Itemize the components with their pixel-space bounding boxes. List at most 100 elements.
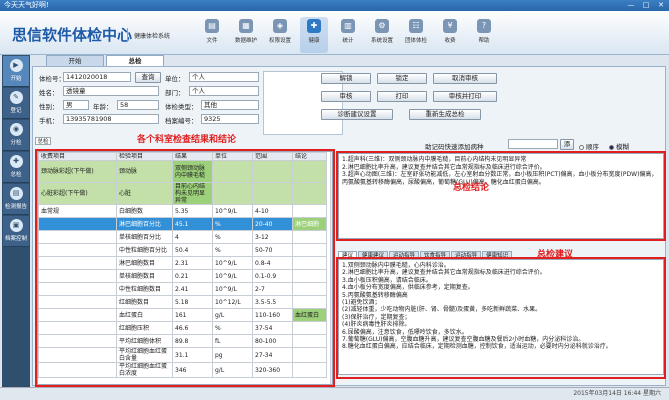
database-icon: ▦ — [239, 19, 253, 33]
sidebar-item-label: 分检 — [10, 140, 22, 146]
toolbar-health-button[interactable]: ✚ 健康 — [300, 17, 328, 53]
order-radio-label: 顺序 — [586, 143, 599, 151]
register-icon: ✎ — [9, 91, 23, 104]
unlock-button[interactable]: 解锁 — [321, 73, 371, 84]
age-input[interactable]: 58 — [117, 100, 159, 110]
lock-button[interactable]: 锁定 — [377, 73, 427, 84]
assist-code-input[interactable] — [508, 139, 558, 149]
sidebar-item-label: 检测报告 — [4, 204, 27, 210]
brand-divider — [127, 28, 128, 42]
toolbar-label: 统计 — [342, 38, 354, 44]
conclusion-caption: 总检结论 — [453, 183, 490, 193]
section-tab-general[interactable]: 总检 — [35, 137, 51, 145]
sidebar-item-sub-exam[interactable]: ◉ 分检 — [3, 120, 29, 151]
side-nav: ▶ 开始 ✎ 登记 ◉ 分检 ✚ 总检 ▤ 检测报告 ▣ 档案控制 — [2, 55, 30, 387]
brand-logo: 思信软件体检中心 — [12, 26, 133, 44]
toolbar-label: 团体体检 — [404, 38, 427, 44]
assist-code-label: 助记码快速添加病种 — [425, 143, 484, 151]
sidebar-item-general-exam[interactable]: ✚ 总检 — [3, 152, 29, 183]
age-label: 年龄： — [93, 103, 113, 111]
print-button[interactable]: 打印 — [377, 91, 427, 102]
sidebar-item-label: 总检 — [10, 172, 22, 178]
gender-input[interactable]: 男 — [63, 100, 89, 110]
dept-label: 部门： — [165, 89, 185, 97]
review-button[interactable]: 审核 — [321, 91, 371, 102]
toolbar-label: 收费 — [444, 38, 456, 44]
toolbar-payment-button[interactable]: ¥ 收费 — [436, 17, 464, 53]
sidebar-item-label: 登记 — [10, 108, 22, 114]
exam-id-input[interactable]: 1412020018 — [63, 72, 131, 82]
order-radio-dot — [579, 144, 584, 150]
add-disease-button[interactable]: 添 — [560, 139, 574, 150]
sidebar-item-label: 档案控制 — [4, 236, 27, 242]
exam-id-label: 体检号： — [39, 75, 65, 83]
sidebar-item-start[interactable]: ▶ 开始 — [3, 56, 29, 87]
cancel-review-button[interactable]: 取消审核 — [433, 73, 497, 84]
unit-label: 单位： — [165, 75, 185, 83]
app-header: 思信软件体检中心 健康体检系统 ▤ 文件 ▦ 数据维护 ◈ 权限设置 ✚ 健康 ▥ 统计 ⚙ 系统设置… — [0, 11, 669, 55]
archive-icon: ▣ — [9, 219, 23, 232]
query-button[interactable]: 查询 — [135, 72, 161, 83]
results-highlight-box — [35, 149, 335, 387]
order-radio[interactable]: 顺序 — [579, 141, 599, 151]
phone-input[interactable]: 13935781908 — [63, 114, 159, 124]
file-no-label: 档案编号： — [165, 117, 198, 125]
tab-general-exam[interactable]: 总检 — [106, 55, 164, 66]
toolbar-database-button[interactable]: ▦ 数据维护 — [232, 17, 260, 53]
toolbar-lock-button[interactable]: ◈ 权限设置 — [266, 17, 294, 53]
gender-label: 性别： — [39, 103, 59, 111]
sidebar-item-label: 开始 — [10, 76, 22, 82]
conclusion-highlight-box — [336, 151, 666, 241]
status-bar: 2015年03月14日 16:44 星期六 — [0, 387, 669, 400]
fuzzy-radio-label: 模糊 — [616, 143, 629, 151]
lock-icon: ◈ — [273, 19, 287, 33]
start-icon: ▶ — [9, 59, 23, 72]
report-icon: ▤ — [9, 187, 23, 200]
help-icon: ? — [477, 19, 491, 33]
window-title: 今天天气好啊! — [4, 1, 49, 9]
title-bar: 今天天气好啊! — □ ✕ — [0, 0, 669, 11]
tab-bar: 开始 总检 — [46, 55, 166, 66]
payment-icon: ¥ — [443, 19, 457, 33]
general-exam-panel: 体检号： 1412020018 查询 单位： 个人 姓名： 透镜童 部门： 个人… — [32, 66, 666, 387]
file-icon: ▤ — [205, 19, 219, 33]
toolbar-file-button[interactable]: ▤ 文件 — [198, 17, 226, 53]
main-toolbar: ▤ 文件 ▦ 数据维护 ◈ 权限设置 ✚ 健康 ▥ 统计 ⚙ 系统设置 ☷ 团体体检 ¥ 收费? 帮助 — [198, 17, 504, 53]
toolbar-label: 文件 — [206, 38, 218, 44]
settings-icon: ⚙ — [375, 19, 389, 33]
review-print-button[interactable]: 审核并打印 — [433, 91, 497, 102]
toolbar-label: 权限设置 — [268, 38, 291, 44]
diagnosis-setting-button[interactable]: 诊断建议设置 — [321, 109, 393, 120]
fuzzy-radio[interactable]: 模糊 — [609, 141, 629, 151]
exam-type-input[interactable]: 其他 — [201, 100, 259, 110]
toolbar-statistics-button[interactable]: ▥ 统计 — [334, 17, 362, 53]
toolbar-group-button[interactable]: ☷ 团体体检 — [402, 17, 430, 53]
tab-start[interactable]: 开始 — [46, 55, 104, 66]
maximize-button[interactable]: □ — [641, 0, 651, 11]
general-exam-icon: ✚ — [9, 155, 23, 168]
sidebar-item-archive[interactable]: ▣ 档案控制 — [3, 216, 29, 247]
advice-highlight-box — [336, 257, 666, 379]
sidebar-item-register[interactable]: ✎ 登记 — [3, 88, 29, 119]
toolbar-settings-button[interactable]: ⚙ 系统设置 — [368, 17, 396, 53]
unit-input[interactable]: 个人 — [189, 72, 259, 82]
close-button[interactable]: ✕ — [656, 0, 666, 11]
group-icon: ☷ — [409, 19, 423, 33]
dept-input[interactable]: 个人 — [189, 86, 259, 96]
toolbar-label: 帮助 — [478, 38, 490, 44]
toolbar-label: 健康 — [308, 38, 320, 44]
file-no-input[interactable]: 9325 — [201, 114, 259, 124]
advice-caption: 总检建议 — [537, 250, 574, 260]
sub-exam-icon: ◉ — [9, 123, 23, 136]
regenerate-button[interactable]: 重新生成总检 — [409, 109, 481, 120]
table-caption: 各个科室检查结果和结论 — [137, 135, 237, 145]
phone-label: 手机： — [39, 117, 59, 125]
name-input[interactable]: 透镜童 — [63, 86, 159, 96]
sidebar-item-report[interactable]: ▤ 检测报告 — [3, 184, 29, 215]
toolbar-help-button[interactable]: ? 帮助 — [470, 17, 498, 53]
app-subtitle: 健康体检系统 — [134, 33, 171, 40]
health-icon: ✚ — [307, 19, 321, 33]
minimize-button[interactable]: — — [626, 0, 636, 11]
toolbar-label: 系统设置 — [370, 38, 393, 44]
name-label: 姓名： — [39, 89, 59, 97]
